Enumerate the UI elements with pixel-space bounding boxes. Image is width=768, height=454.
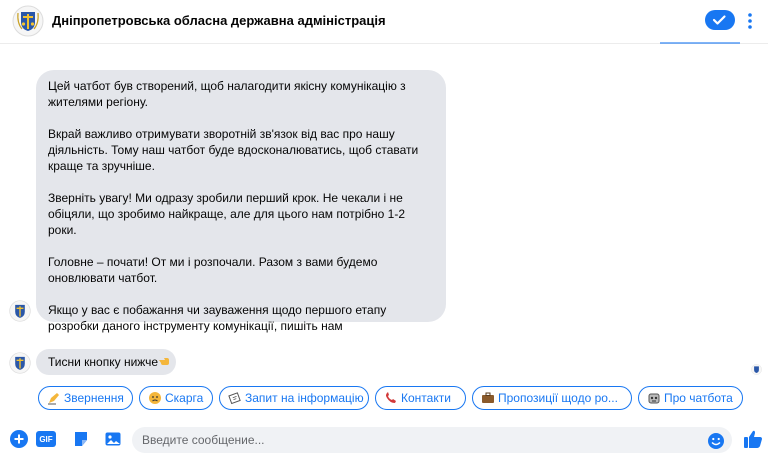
seen-avatar xyxy=(751,364,762,375)
bot-avatar[interactable] xyxy=(9,352,31,374)
message-composer: GIF xyxy=(0,424,768,454)
sticker-icon[interactable] xyxy=(72,430,90,448)
like-icon[interactable] xyxy=(742,428,764,450)
quick-reply-complaint[interactable]: Скарга xyxy=(139,386,213,410)
message-paragraph: Головне – почати! От ми і розпочали. Раз… xyxy=(48,255,378,285)
image-icon[interactable] xyxy=(104,430,122,448)
quick-reply-proposals[interactable]: Пропозиції щодо ро... xyxy=(472,386,632,410)
bot-avatar[interactable] xyxy=(9,300,31,322)
quick-reply-appeal[interactable]: Звернення xyxy=(38,386,133,410)
pointing-hand-icon xyxy=(158,355,170,367)
coat-of-arms-icon[interactable] xyxy=(12,5,44,37)
plus-icon[interactable] xyxy=(10,430,28,448)
robot-icon xyxy=(647,391,661,405)
message-input[interactable] xyxy=(132,427,732,453)
gif-icon[interactable]: GIF xyxy=(36,431,56,447)
checkmark-icon xyxy=(712,15,726,25)
message-paragraph: Вкрай важливо отримувати зворотній зв'яз… xyxy=(48,127,419,173)
quick-reply-about-bot[interactable]: Про чатбота xyxy=(638,386,743,410)
message-paragraph: Зверніть увагу! Ми одразу зробили перший… xyxy=(48,191,405,237)
checkmark-button[interactable] xyxy=(705,10,735,30)
telephone-icon xyxy=(384,391,398,405)
prompt-text: Тисни кнопку нижче xyxy=(48,355,159,369)
angry-face-icon xyxy=(148,391,162,405)
quick-reply-contacts[interactable]: Контакти xyxy=(375,386,466,410)
page-title[interactable]: Дніпропетровська обласна державна адміні… xyxy=(52,13,386,28)
bot-message-welcome: Цей чатбот був створений, щоб налагодити… xyxy=(36,70,446,365)
briefcase-icon xyxy=(481,391,495,405)
header-divider xyxy=(660,42,740,44)
chat-header: Дніпропетровська обласна державна адміні… xyxy=(0,0,768,44)
emoji-icon[interactable] xyxy=(707,432,725,450)
quick-reply-info-request[interactable]: Запит на інформацію xyxy=(219,386,369,410)
memo-icon xyxy=(228,391,242,405)
message-paragraph: Цей чатбот був створений, щоб налагодити… xyxy=(48,79,406,109)
bot-message-prompt: Тисни кнопку нижче xyxy=(36,349,176,375)
writing-hand-icon xyxy=(47,391,61,405)
more-options-button[interactable] xyxy=(744,10,756,32)
more-vertical-icon xyxy=(748,13,752,29)
message-paragraph: Якщо у вас є побажання чи зауваження щод… xyxy=(48,303,387,333)
